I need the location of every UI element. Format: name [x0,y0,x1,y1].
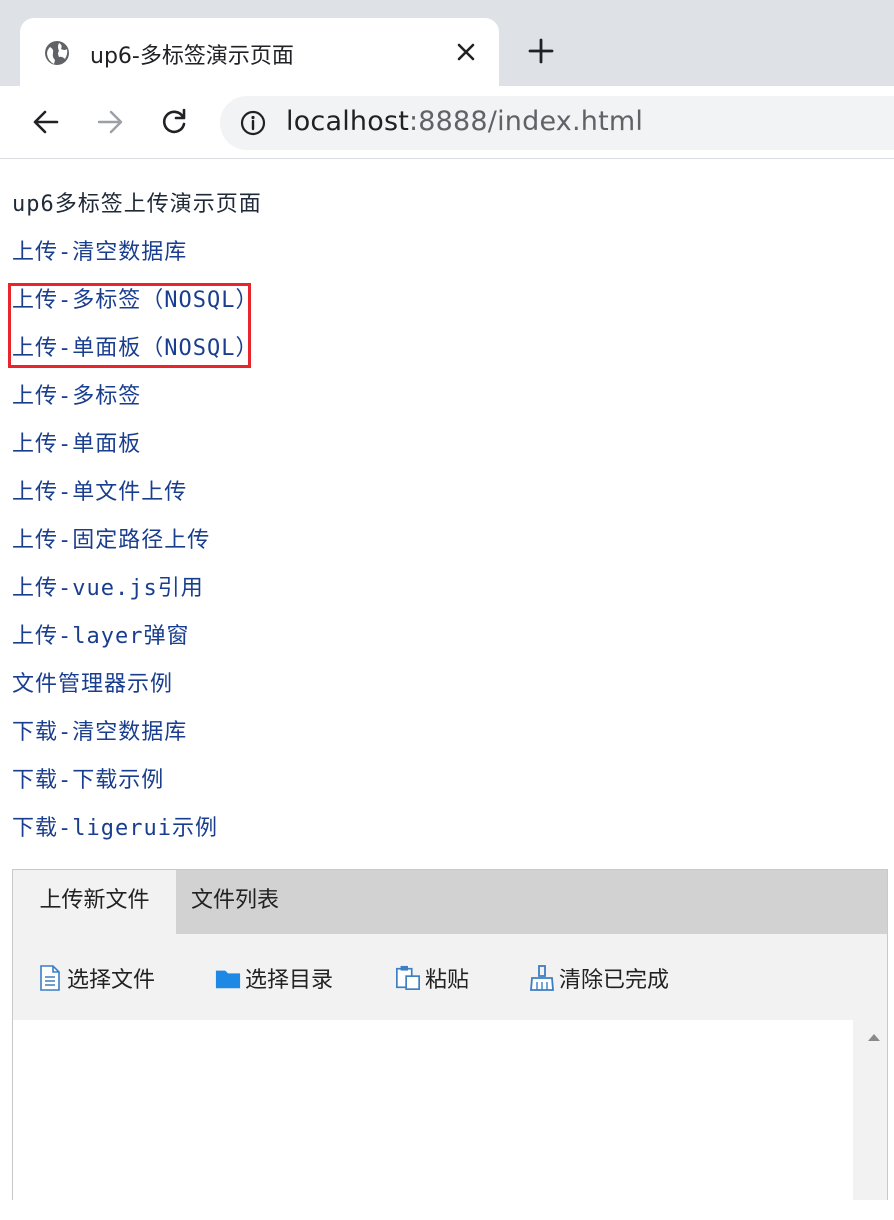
info-icon[interactable] [240,110,266,136]
browser-tab-strip: up6-多标签演示页面 [0,0,894,86]
link-upload-vuejs[interactable]: 上传-vue.js引用 [12,572,262,620]
forward-arrow-icon[interactable] [94,106,126,138]
link-download-demo[interactable]: 下载-下载示例 [12,764,262,812]
browser-tab[interactable]: up6-多标签演示页面 [20,18,499,86]
page-heading: up6多标签上传演示页面 [12,192,262,217]
url-text[interactable]: localhost:8888/index.html [286,106,643,137]
link-upload-multitab[interactable]: 上传-多标签 [12,380,262,428]
address-bar[interactable]: localhost:8888/index.html [220,96,894,150]
link-upload-fixed-path[interactable]: 上传-固定路径上传 [12,524,262,572]
back-arrow-icon[interactable] [30,106,62,138]
url-host: localhost [286,106,409,137]
uploader-toolbar: 选择文件 选择目录 粘贴 清除已完成 [13,934,887,1020]
paste-button[interactable]: 粘贴 [395,960,469,996]
link-upload-multitab-nosql[interactable]: 上传-多标签（NOSQL） [12,284,262,332]
tab-file-list[interactable]: 文件列表 [176,870,294,934]
select-file-button[interactable]: 选择文件 [37,960,155,996]
upload-file-list[interactable] [13,1020,853,1220]
link-upload-single-panel[interactable]: 上传-单面板 [12,428,262,476]
tab-upload-new-files[interactable]: 上传新文件 [13,870,176,934]
folder-icon [215,964,241,992]
link-download-ligerui[interactable]: 下载-ligerui示例 [12,812,262,860]
url-path: :8888/index.html [409,106,644,137]
clipboard-icon [395,964,421,992]
file-icon [37,964,63,992]
scroll-up-arrow-icon[interactable] [867,1030,881,1044]
select-folder-button[interactable]: 选择目录 [215,960,333,996]
uploader-tab-bar: 上传新文件 文件列表 [13,870,887,934]
link-download-clear-db[interactable]: 下载-清空数据库 [12,716,262,764]
paste-label: 粘贴 [425,968,470,993]
new-tab-plus-icon[interactable] [526,36,556,66]
clear-completed-button[interactable]: 清除已完成 [529,960,669,996]
link-file-manager[interactable]: 文件管理器示例 [12,668,262,716]
clear-completed-label: 清除已完成 [559,968,670,993]
link-upload-clear-db[interactable]: 上传-清空数据库 [12,236,262,284]
select-folder-label: 选择目录 [245,968,334,993]
uploader-panel: 上传新文件 文件列表 选择文件 选择目录 粘贴 清除已完成 [12,869,888,1220]
tab-title: up6-多标签演示页面 [90,44,294,69]
link-upload-single-panel-nosql[interactable]: 上传-单面板（NOSQL） [12,332,262,380]
broom-icon [529,964,555,992]
browser-toolbar: localhost:8888/index.html [0,86,894,159]
select-file-label: 选择文件 [67,968,156,993]
reload-icon[interactable] [158,106,190,138]
link-upload-single-file[interactable]: 上传-单文件上传 [12,476,262,524]
page-content: up6多标签上传演示页面 上传-清空数据库 上传-多标签（NOSQL） 上传-单… [12,188,262,860]
close-icon[interactable] [452,38,480,66]
link-upload-layer-popup[interactable]: 上传-layer弹窗 [12,620,262,668]
globe-icon [44,40,70,66]
